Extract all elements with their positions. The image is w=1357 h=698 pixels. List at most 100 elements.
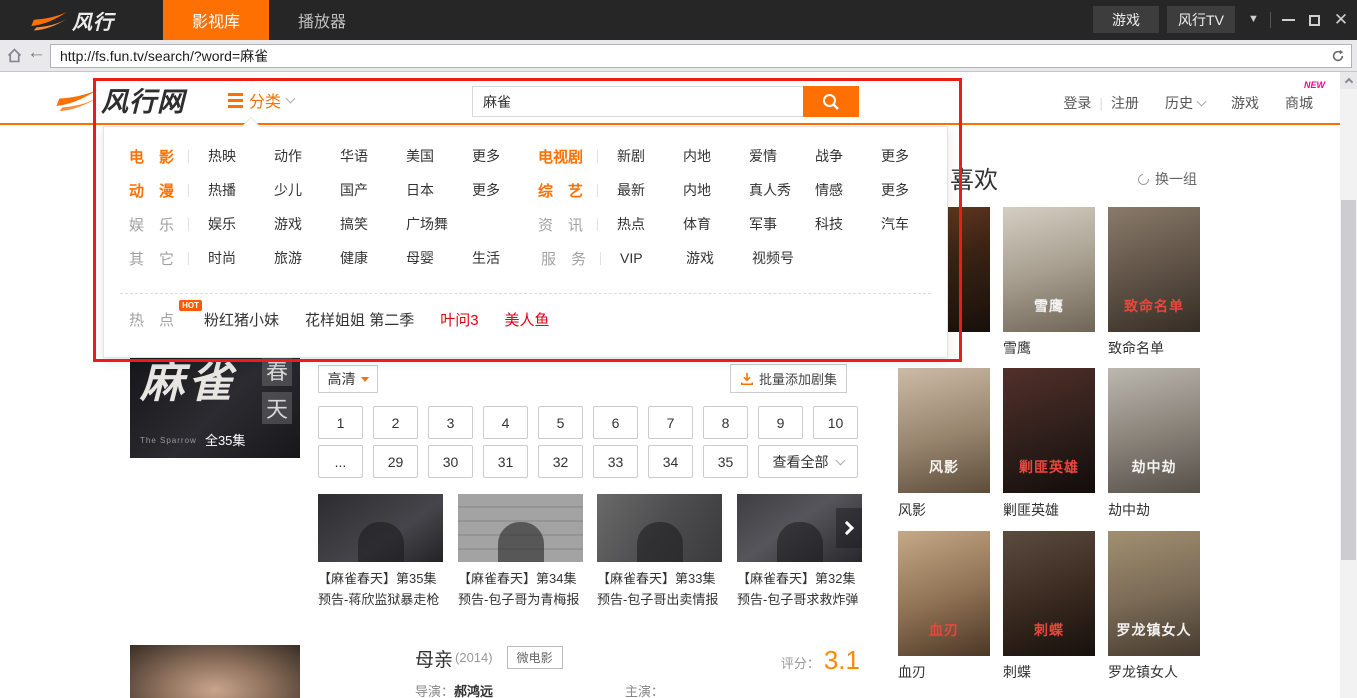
category-link[interactable]: 游戏 [274, 214, 340, 234]
scrollbar[interactable] [1340, 72, 1357, 698]
category-link[interactable]: 内地 [683, 180, 749, 200]
scrollbar-up-arrow[interactable] [1340, 72, 1357, 89]
recommend-poster[interactable]: 劫中劫 [1108, 368, 1200, 493]
category-header-news[interactable]: 资 讯 [538, 214, 593, 235]
episode-button[interactable]: 9 [758, 406, 803, 439]
category-link[interactable]: 游戏 [686, 248, 752, 268]
category-link[interactable]: 搞笑 [340, 214, 406, 234]
preview-caption[interactable]: 【麻雀春天】第35集预告-蒋欣监狱暴走枪 [318, 568, 449, 610]
episode-button[interactable]: 4 [483, 406, 528, 439]
episode-button[interactable]: 31 [483, 445, 528, 478]
category-link[interactable]: 战争 [815, 146, 881, 166]
category-link[interactable]: 体育 [683, 214, 749, 234]
funtv-titlebar-button[interactable]: 风行TV [1167, 6, 1235, 33]
refresh-icon[interactable] [1325, 45, 1351, 67]
recommend-poster[interactable]: 风影 [898, 368, 990, 493]
category-link[interactable]: 美国 [406, 146, 472, 166]
view-all-button[interactable]: 查看全部 [758, 445, 858, 478]
url-text[interactable]: http://fs.fun.tv/search/?word=麻雀 [51, 46, 1325, 66]
category-link[interactable]: 动作 [274, 146, 340, 166]
category-header-anime[interactable]: 动 漫 [129, 180, 184, 201]
category-link[interactable]: 内地 [683, 146, 749, 166]
recommend-poster[interactable]: 致命名单 [1108, 207, 1200, 332]
category-link[interactable]: 爱情 [749, 146, 815, 166]
category-link[interactable]: VIP [620, 250, 686, 266]
batch-add-button[interactable]: 批量添加剧集 [730, 364, 847, 393]
category-header-movie[interactable]: 电 影 [129, 146, 184, 167]
refresh-group-button[interactable]: 换一组 [1138, 169, 1197, 189]
search-button[interactable] [803, 86, 859, 117]
url-bar[interactable]: http://fs.fun.tv/search/?word=麻雀 [50, 44, 1352, 68]
hot-link[interactable]: 粉红猪小妹 [204, 309, 279, 330]
search-input[interactable] [472, 86, 803, 117]
games-link[interactable]: 游戏 [1231, 93, 1259, 113]
maximize-button[interactable] [1302, 0, 1326, 40]
category-link[interactable]: 日本 [406, 180, 472, 200]
category-link[interactable]: 更多 [472, 146, 538, 166]
category-link[interactable]: 时尚 [208, 248, 274, 268]
episode-button[interactable]: 5 [538, 406, 583, 439]
episode-button[interactable]: 8 [703, 406, 748, 439]
category-link[interactable]: 热播 [208, 180, 274, 200]
episode-button[interactable]: 34 [648, 445, 693, 478]
category-link[interactable]: 最新 [617, 180, 683, 200]
episode-button[interactable]: 30 [428, 445, 473, 478]
category-link[interactable]: 旅游 [274, 248, 340, 268]
episode-button[interactable]: 35 [703, 445, 748, 478]
hot-link[interactable]: 美人鱼 [505, 309, 550, 330]
titlebar-dropdown-icon[interactable]: ▼ [1248, 13, 1259, 25]
category-link[interactable]: 母婴 [406, 248, 472, 268]
category-link[interactable]: 情感 [815, 180, 881, 200]
category-link[interactable]: 热点 [617, 214, 683, 234]
recommend-label[interactable]: 风影 [898, 500, 998, 520]
tab-media-library[interactable]: 影视库 [163, 0, 269, 40]
category-link[interactable]: 真人秀 [749, 180, 815, 200]
recommend-label[interactable]: 罗龙镇女人 [1108, 662, 1208, 682]
category-header-variety[interactable]: 综 艺 [538, 180, 593, 201]
recommend-poster[interactable]: 雪鹰 [1003, 207, 1095, 332]
movie-title[interactable]: 母亲 [415, 645, 453, 672]
preview-caption[interactable]: 【麻雀春天】第34集预告-包子哥为青梅报 [458, 568, 589, 610]
category-header-entertainment[interactable]: 娱 乐 [129, 214, 184, 235]
preview-caption[interactable]: 【麻雀春天】第33集预告-包子哥出卖情报 [597, 568, 728, 610]
quality-dropdown[interactable]: 高清 [318, 365, 378, 393]
preview-thumbnail[interactable] [458, 494, 583, 562]
episode-button[interactable]: 6 [593, 406, 638, 439]
tab-player[interactable]: 播放器 [269, 0, 375, 40]
category-link[interactable]: 汽车 [881, 214, 947, 234]
category-link[interactable]: 热映 [208, 146, 274, 166]
episode-button[interactable]: 3 [428, 406, 473, 439]
preview-caption[interactable]: 【麻雀春天】第32集预告-包子哥求救炸弹 [737, 568, 868, 610]
episode-button[interactable]: 2 [373, 406, 418, 439]
recommend-label[interactable]: 血刃 [898, 662, 998, 682]
recommend-label[interactable]: 剿匪英雄 [1003, 500, 1103, 520]
episode-button[interactable]: 1 [318, 406, 363, 439]
preview-thumbnail[interactable] [318, 494, 443, 562]
category-link[interactable]: 少儿 [274, 180, 340, 200]
category-link[interactable]: 更多 [881, 146, 947, 166]
close-button[interactable]: ✕ [1329, 0, 1353, 40]
category-link[interactable]: 娱乐 [208, 214, 274, 234]
recommend-poster[interactable]: 罗龙镇女人 [1108, 531, 1200, 656]
episode-button[interactable]: 10 [813, 406, 858, 439]
minimize-button[interactable] [1276, 0, 1300, 40]
category-header-tv[interactable]: 电视剧 [538, 146, 593, 167]
category-menu-trigger[interactable]: 分类 [228, 88, 294, 112]
register-link[interactable]: 注册 [1111, 93, 1139, 113]
category-link[interactable]: 科技 [815, 214, 881, 234]
login-link[interactable]: 登录 [1063, 93, 1091, 113]
recommend-poster[interactable]: 刺蝶 [1003, 531, 1095, 656]
recommend-label[interactable]: 劫中劫 [1108, 500, 1208, 520]
recommend-label[interactable]: 刺蝶 [1003, 662, 1103, 682]
director-name[interactable]: 郝鸿远 [454, 684, 493, 698]
category-link[interactable]: 更多 [472, 180, 538, 200]
hot-link[interactable]: 叶问3 [440, 309, 478, 330]
episode-button[interactable]: 33 [593, 445, 638, 478]
episode-button[interactable]: 7 [648, 406, 693, 439]
games-titlebar-button[interactable]: 游戏 [1093, 6, 1159, 33]
back-icon[interactable]: ← [27, 42, 46, 64]
category-link[interactable]: 视频号 [752, 248, 818, 268]
category-link[interactable]: 健康 [340, 248, 406, 268]
recommend-poster[interactable]: 剿匪英雄 [1003, 368, 1095, 493]
category-link[interactable]: 军事 [749, 214, 815, 234]
